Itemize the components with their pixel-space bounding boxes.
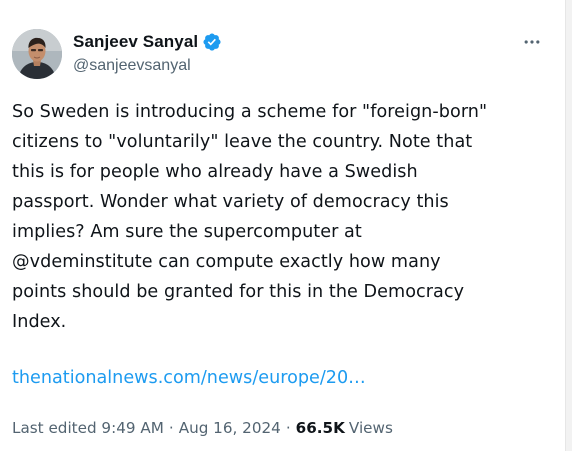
scrollbar[interactable]	[565, 0, 572, 451]
tweet-meta: Last edited 9:49 AM · Aug 16, 2024 · 66.…	[12, 419, 393, 437]
verified-badge-icon[interactable]	[202, 32, 222, 52]
meta-separator: ·	[168, 419, 174, 437]
edited-time[interactable]: Last edited 9:49 AM	[12, 419, 164, 437]
views-label: Views	[348, 419, 393, 437]
author-handle[interactable]: @sanjeevsanyal	[73, 57, 191, 75]
avatar[interactable]	[12, 29, 62, 79]
tweet-card: Sanjeev Sanyal @sanjeevsanyal So Sweden …	[0, 0, 572, 451]
more-horizontal-icon[interactable]	[520, 30, 544, 54]
author-name-row: Sanjeev Sanyal	[73, 31, 222, 53]
author-display-name[interactable]: Sanjeev Sanyal	[73, 32, 198, 52]
person-avatar-image	[12, 29, 62, 79]
meta-separator: ·	[285, 419, 291, 437]
tweet-text: So Sweden is introducing a scheme for "f…	[12, 102, 488, 332]
tweet-date[interactable]: Aug 16, 2024	[179, 419, 281, 437]
views-count[interactable]: 66.5K	[296, 419, 345, 437]
tweet-link[interactable]: thenationalnews.com/news/europe/20…	[12, 368, 366, 388]
